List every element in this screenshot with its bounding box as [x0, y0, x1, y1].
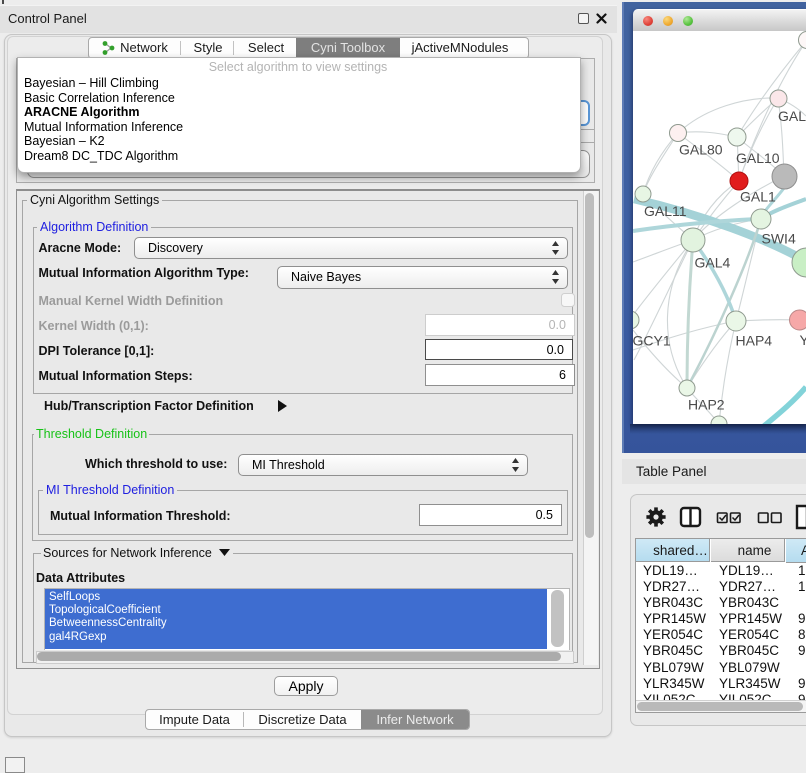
svg-text:HAP2: HAP2 [688, 397, 725, 413]
svg-text:GAL7: GAL7 [778, 108, 806, 124]
svg-text:GAL11: GAL11 [644, 203, 687, 219]
svg-text:GAL80: GAL80 [679, 142, 723, 158]
svg-text:SWI4: SWI4 [762, 231, 796, 247]
svg-text:GAL10: GAL10 [736, 150, 780, 166]
svg-text:GCY1: GCY1 [633, 333, 671, 349]
svg-text:YB: YB [800, 332, 806, 348]
svg-text:GAL1: GAL1 [740, 189, 776, 205]
svg-text:GAL4: GAL4 [695, 255, 731, 271]
svg-text:HAP4: HAP4 [736, 333, 773, 349]
